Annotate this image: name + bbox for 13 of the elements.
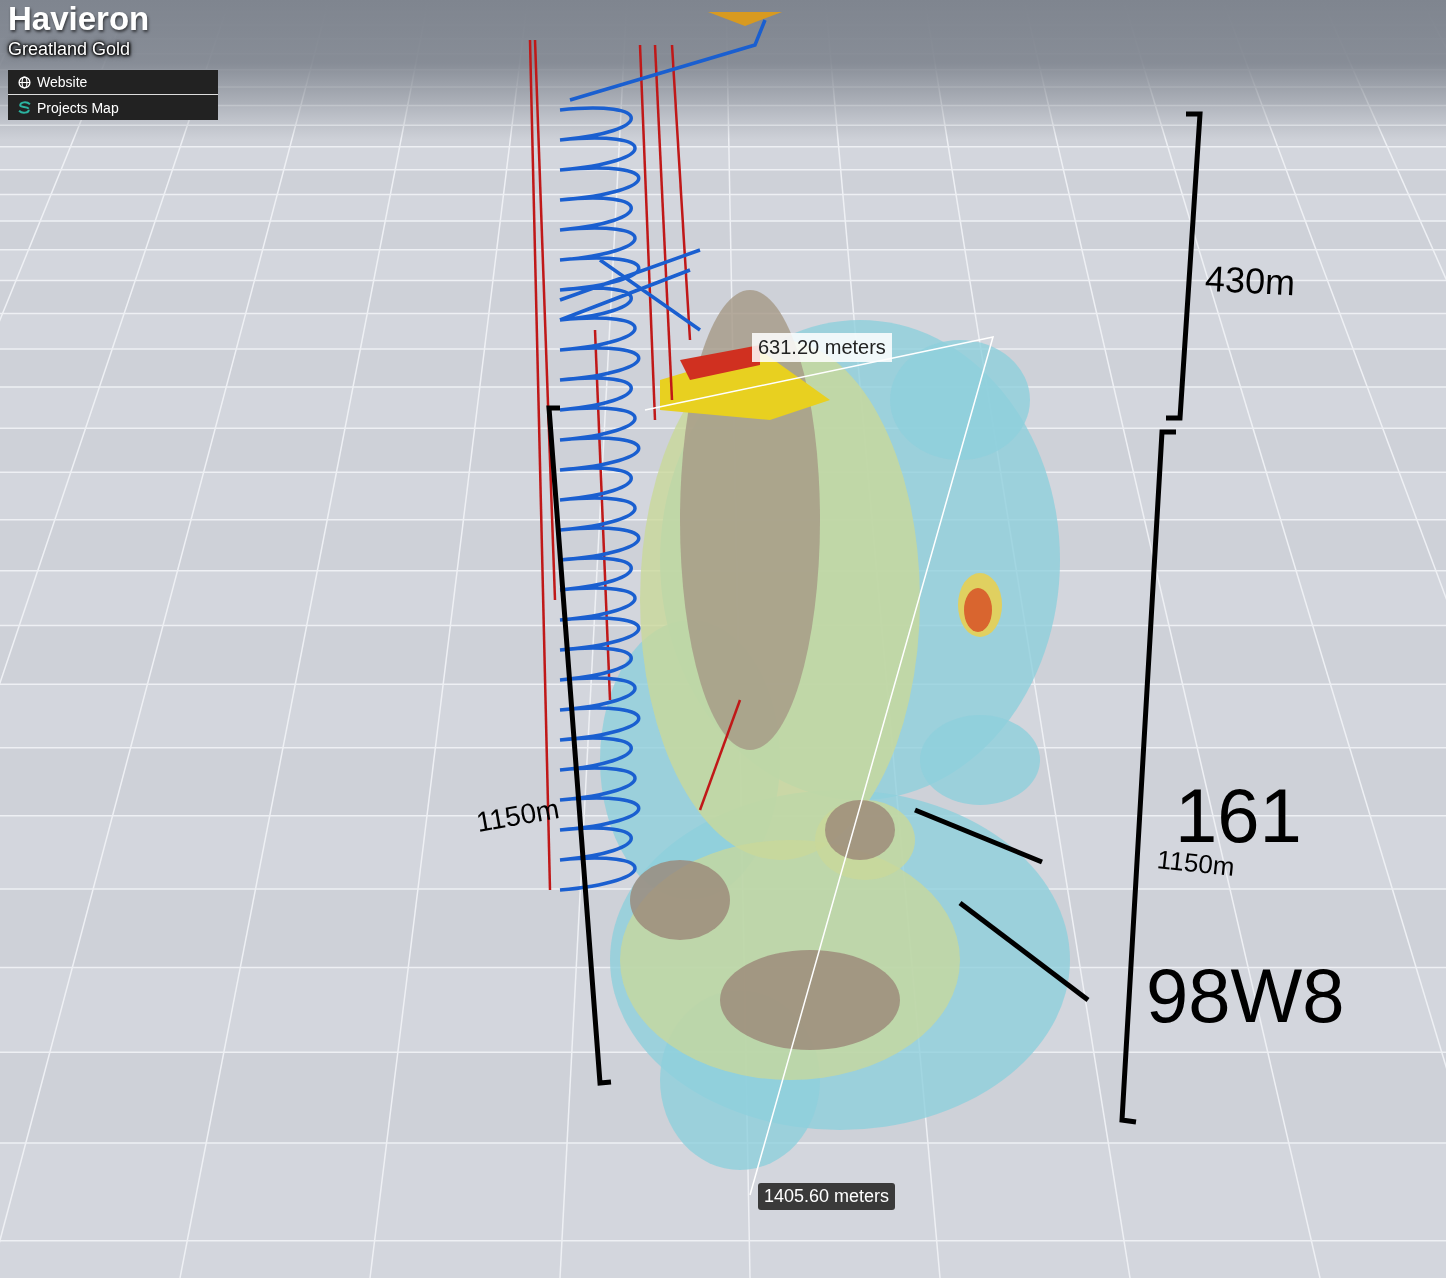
- company-name: Greatland Gold: [8, 38, 131, 60]
- scale-label: 430m: [1203, 257, 1297, 305]
- project-title: Havieron: [8, 0, 150, 38]
- distance-label: 631.20 meters: [752, 333, 892, 362]
- menu-link[interactable]: Website: [8, 70, 218, 95]
- lode-label: 98W8: [1146, 958, 1345, 1034]
- swirl-logo-icon: [18, 101, 31, 114]
- scale-label: 1150m: [1155, 844, 1236, 883]
- portal-marker-icon: [708, 12, 782, 26]
- distance-label: 1405.60 meters: [758, 1183, 896, 1210]
- menu-link[interactable]: Projects Map: [8, 95, 218, 120]
- scale-label: 1150m: [473, 793, 562, 839]
- globe-icon: [18, 75, 31, 89]
